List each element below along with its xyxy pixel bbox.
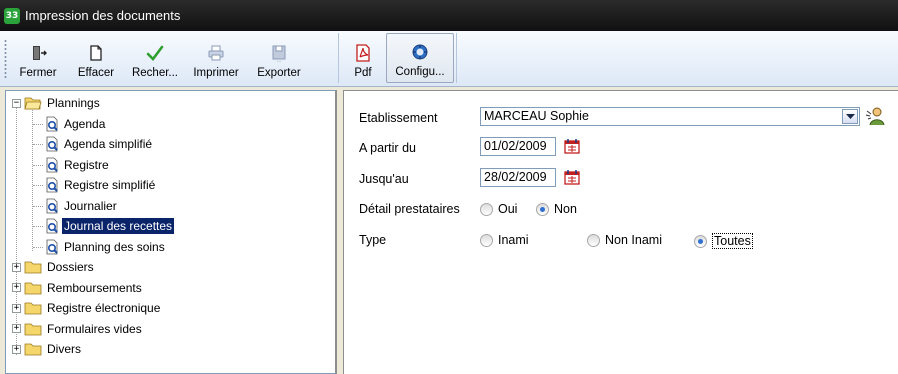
collapse-icon[interactable]: − (12, 98, 21, 108)
detail-radio-oui[interactable]: Oui (480, 202, 517, 216)
tree-node-plannings[interactable]: − Plannings (6, 93, 335, 114)
tree-guide-line (33, 164, 43, 166)
tree-guide-line (33, 205, 43, 207)
folder-icon (24, 323, 42, 336)
tree-node-label: Registre électronique (47, 301, 161, 316)
config-button[interactable]: Configu... (386, 33, 454, 83)
expand-icon[interactable]: + (12, 344, 21, 354)
tree-guide-line (33, 144, 43, 145)
tree-guide-line (33, 185, 43, 186)
folder-icon (24, 302, 42, 315)
type-radio-toutes[interactable]: Toutes (694, 233, 753, 249)
document-search-icon (46, 157, 58, 173)
toolbar-group-main: Fermer Effacer Recher... Imprimer ... Ex… (2, 33, 339, 83)
folder-icon (24, 343, 42, 356)
type-label: Type (359, 233, 387, 247)
to-date-input[interactable]: 28/02/2009 (480, 168, 556, 187)
to-date-label: Jusqu'au (359, 172, 409, 186)
etablissement-label: Etablissement (359, 111, 438, 125)
toolbar-grip[interactable] (4, 39, 7, 79)
print-options-form: Etablissement MARCEAU Sophie A partir du… (343, 90, 898, 374)
tree-node-planning-des-soins[interactable]: Planning des soins (6, 237, 335, 258)
blank-page-icon (90, 45, 102, 61)
tree-node-formulaires-vides[interactable]: + Formulaires vides (6, 319, 335, 340)
radio-button[interactable] (480, 233, 493, 247)
tree-node-label: Planning des soins (64, 239, 165, 254)
expand-icon[interactable]: + (12, 262, 21, 272)
tree-node-registre-electronique[interactable]: + Registre électronique (6, 298, 335, 319)
tree-guide-line (33, 246, 43, 248)
tree-node-agenda[interactable]: Agenda (6, 114, 335, 135)
printer-icon (208, 45, 224, 61)
tree-node-dossiers[interactable]: + Dossiers (6, 257, 335, 278)
tree-node-label: Journal des recettes (62, 218, 175, 235)
app-icon: 33 (4, 7, 20, 24)
config-icon (412, 44, 428, 60)
etablissement-combo[interactable]: MARCEAU Sophie (480, 107, 860, 126)
tree-node-label: Divers (47, 342, 82, 357)
dropdown-button[interactable] (842, 109, 858, 124)
expand-icon[interactable]: + (12, 303, 21, 313)
radio-button[interactable] (480, 202, 493, 216)
window-title: Impression des documents (25, 8, 181, 23)
detail-label: Détail prestataires (359, 202, 460, 216)
pdf-button[interactable]: Pdf (344, 33, 382, 83)
expand-icon[interactable]: + (12, 324, 21, 334)
toolbar-group-pdf: Pdf Configu... (340, 33, 457, 83)
from-date-label: A partir du (359, 141, 416, 155)
clear-button[interactable]: Effacer (66, 33, 126, 83)
tree-node-remboursements[interactable]: + Remboursements (6, 278, 335, 299)
tree-node-label: Registre (64, 157, 109, 172)
floppy-export-icon: ... (272, 45, 286, 63)
tree-node-label: Agenda simplifié (64, 137, 153, 152)
document-tree[interactable]: − Plannings Agenda Agenda simplifié Regist… (5, 90, 337, 374)
print-button[interactable]: Imprimer (184, 33, 248, 83)
tree-node-registre[interactable]: Registre (6, 155, 335, 176)
folder-icon (24, 261, 42, 274)
tree-node-label: Formulaires vides (47, 321, 142, 336)
tree-node-journal-des-recettes[interactable]: Journal des recettes (6, 216, 335, 237)
toolbar: Fermer Effacer Recher... Imprimer ... Ex… (0, 31, 898, 87)
user-search-icon[interactable] (865, 105, 887, 127)
close-button[interactable]: Fermer (10, 33, 66, 83)
detail-radio-non[interactable]: Non (536, 202, 577, 216)
search-button[interactable]: Recher... (126, 33, 184, 83)
open-folder-icon (24, 97, 42, 110)
document-search-icon (46, 116, 58, 132)
exit-door-icon (33, 46, 47, 60)
tree-node-label: Journalier (64, 198, 117, 213)
document-search-icon (46, 239, 58, 255)
tree-node-divers[interactable]: + Divers (6, 339, 335, 360)
export-button[interactable]: ... Exporter (248, 33, 310, 83)
tree-guide-line (33, 123, 43, 125)
calendar-icon[interactable] (564, 138, 580, 154)
tree-node-label: Remboursements (47, 280, 142, 295)
type-radio-inami[interactable]: Inami (480, 233, 529, 247)
radio-button[interactable] (536, 202, 549, 216)
tree-node-label: Plannings (47, 96, 100, 111)
folder-icon (24, 282, 42, 295)
document-search-icon (46, 136, 58, 152)
checkmark-icon (146, 45, 164, 61)
tree-guide-line (33, 226, 43, 227)
document-search-icon (46, 198, 58, 214)
tree-node-registre-simplifie[interactable]: Registre simplifié (6, 175, 335, 196)
from-date-input[interactable]: 01/02/2009 (480, 137, 556, 156)
document-search-icon (46, 177, 58, 193)
tree-node-label: Dossiers (47, 260, 94, 275)
pdf-icon (356, 44, 370, 62)
tree-node-journalier[interactable]: Journalier (6, 196, 335, 217)
tree-node-label: Agenda (64, 116, 106, 131)
chevron-down-icon (845, 113, 855, 119)
tree-node-label: Registre simplifié (64, 178, 156, 193)
title-bar: 33 Impression des documents (0, 0, 898, 31)
svg-text:...: ... (277, 58, 282, 63)
tree-node-agenda-simplifie[interactable]: Agenda simplifié (6, 134, 335, 155)
radio-button[interactable] (694, 234, 707, 248)
calendar-icon[interactable] (564, 169, 580, 185)
expand-icon[interactable]: + (12, 283, 21, 293)
radio-button[interactable] (587, 233, 600, 247)
type-radio-non-inami[interactable]: Non Inami (587, 233, 662, 247)
document-search-icon (46, 218, 58, 234)
